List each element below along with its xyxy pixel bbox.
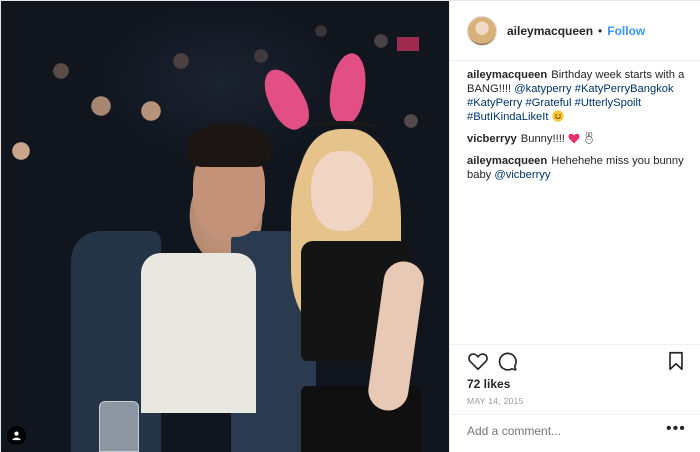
comments-list: aileymacqueen Birthday week starts with a… [467,68,689,188]
mention-vicberryy[interactable]: @vicberryy [494,169,550,181]
bunny-headband [299,121,383,139]
comment-text: Bunny!!!! [520,133,565,145]
divider [450,414,700,415]
hashtag-katyperrybangkok[interactable]: #KatyPerryBangkok [575,83,674,95]
post-photo[interactable] [1,1,449,452]
post-sidebar: aileymacqueen • Follow aileymacqueen Birt… [449,1,700,452]
header-separator: • [598,23,603,38]
comment-item: aileymacqueen Hehehehe miss you bunny bab… [467,154,689,182]
user-tag-icon[interactable] [7,426,26,445]
heart-emoji-icon [568,133,580,148]
smile-emoji-icon [551,110,564,126]
post-date[interactable]: MAY 14, 2015 [467,396,524,406]
post-header: aileymacqueen • Follow [450,1,700,61]
comment-username[interactable]: vicberryy [467,133,517,145]
comment-icon[interactable] [496,350,518,372]
avatar[interactable] [467,15,497,46]
plastic-cup [99,401,139,452]
hashtag-katyperry[interactable]: #KatyPerry [467,97,522,109]
hashtag-utterlyspoilt[interactable]: #UtterlySpoilt [575,97,642,109]
likes-count[interactable]: 72 likes [467,377,510,391]
comment-username[interactable]: aileymacqueen [467,155,547,167]
woman-face [311,151,373,231]
hashtag-grateful[interactable]: #Grateful [525,97,571,109]
author-username[interactable]: aileymacqueen [507,24,593,38]
comment-item: vicberryy Bunny!!!! [467,131,689,148]
post-actions [467,350,687,374]
man-hair [187,123,271,167]
bookmark-icon[interactable] [665,350,687,372]
add-comment-input[interactable] [467,422,647,440]
heart-icon[interactable] [467,350,489,372]
follow-button[interactable]: Follow [607,24,645,38]
man-shirt [141,253,256,413]
instagram-post: aileymacqueen • Follow aileymacqueen Birt… [0,0,700,452]
tag-katyperry[interactable]: @katyperry [514,83,571,95]
caption-username[interactable]: aileymacqueen [467,69,547,81]
hashtag-butikindalikeit[interactable]: #ButIKindaLikeIt [467,111,548,123]
divider [450,344,700,345]
more-options-icon[interactable]: ••• [666,421,686,437]
stage-light [397,37,419,51]
caption: aileymacqueen Birthday week starts with a… [467,68,689,126]
rabbit-emoji-icon [583,131,595,148]
